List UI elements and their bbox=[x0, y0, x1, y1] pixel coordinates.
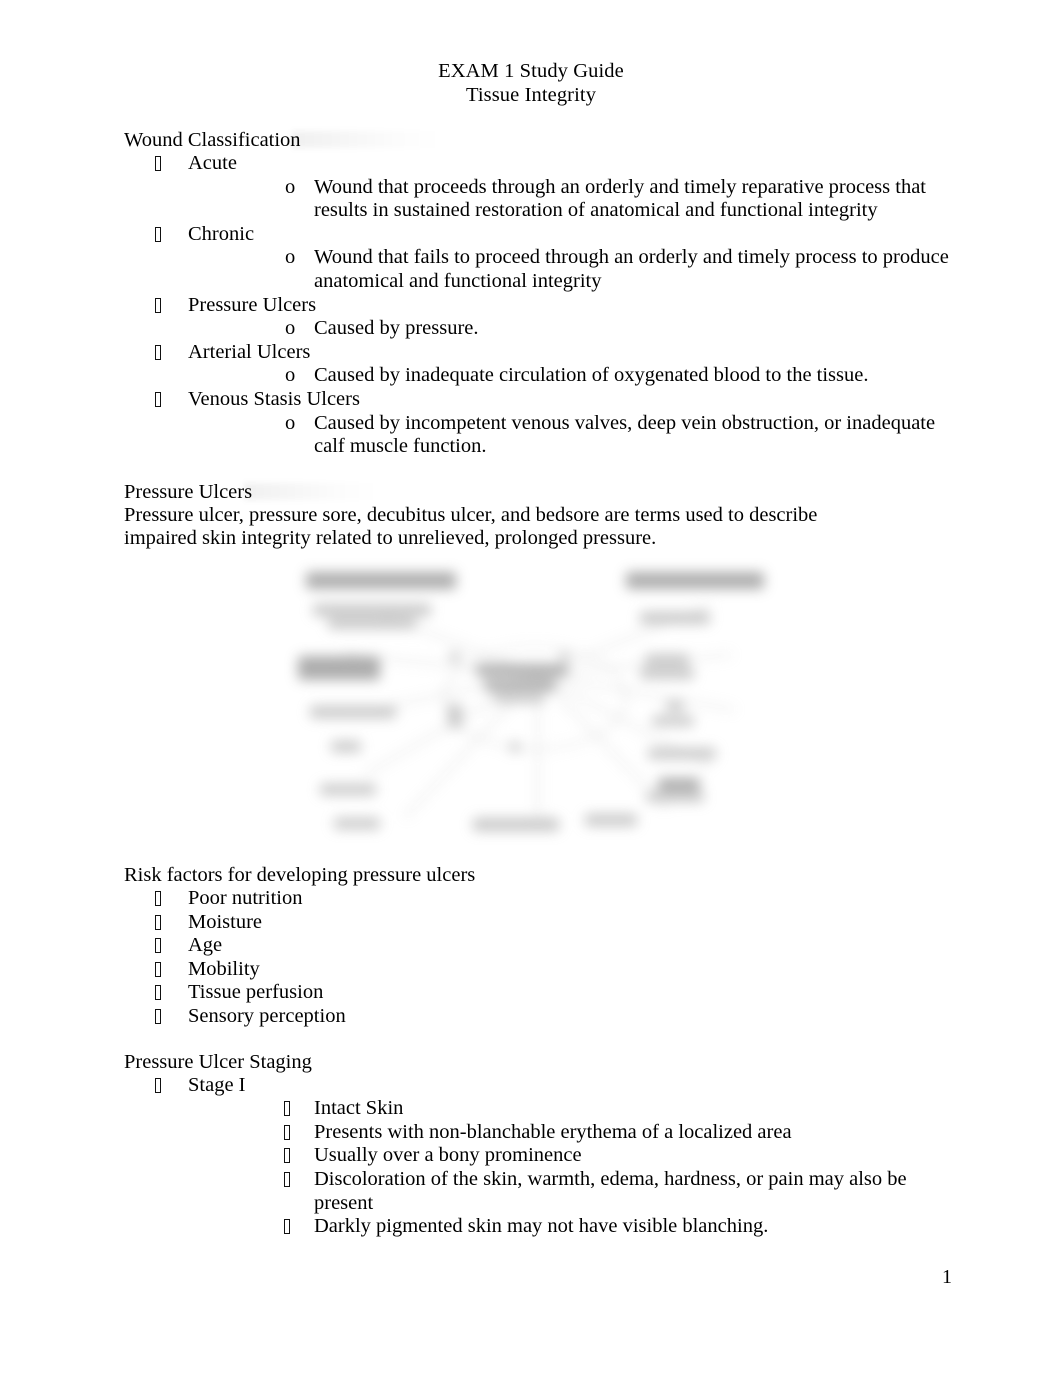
sublist: o Caused by pressure. bbox=[188, 317, 952, 341]
bullet-icon bbox=[284, 1144, 290, 1168]
sublist-item-text: Caused by incompetent venous valves, dee… bbox=[314, 411, 936, 458]
list-item: Stage I Intact Skin Presents with non-bl… bbox=[124, 1074, 952, 1239]
heading-wound-classification-text: Wound Classification bbox=[124, 129, 301, 151]
list-item-label: Mobility bbox=[188, 957, 260, 980]
bullet-icon bbox=[155, 887, 161, 911]
sub-marker-icon: o bbox=[285, 411, 296, 434]
list-item-label: Arterial Ulcers bbox=[188, 340, 311, 363]
heading-risk-factors-text: Risk factors for developing pressure ulc… bbox=[124, 864, 476, 886]
list-item-label: Moisture bbox=[188, 910, 263, 933]
list-risk-factors: Poor nutrition Moisture Age Mobility Tis… bbox=[124, 887, 952, 1029]
list-item: Sensory perception bbox=[124, 1005, 952, 1029]
list-item-label: Poor nutrition bbox=[188, 887, 303, 909]
list-wound-classification: Acute o Wound that proceeds through an o… bbox=[124, 152, 952, 459]
sub-marker-icon: o bbox=[285, 175, 296, 198]
bullet-icon bbox=[155, 1074, 161, 1098]
list-item: Moisture bbox=[124, 911, 952, 935]
stage-label-wrap: Stage I bbox=[188, 1074, 948, 1098]
list-item-label: Sensory perception bbox=[188, 1004, 346, 1027]
sublist-item-text: Darkly pigmented skin may not have visib… bbox=[314, 1215, 769, 1238]
bullet-icon bbox=[155, 294, 161, 318]
list-item: Pressure Ulcers o Caused by pressure. bbox=[124, 294, 952, 341]
bullet-icon bbox=[155, 152, 161, 176]
bullet-icon bbox=[155, 223, 161, 247]
list-item: Acute o Wound that proceeds through an o… bbox=[124, 152, 952, 223]
bullet-icon bbox=[155, 911, 161, 935]
sublist-item-text: Discoloration of the skin, warmth, edema… bbox=[314, 1167, 907, 1214]
sublist-item: Usually over a bony prominence bbox=[188, 1144, 952, 1168]
list-item-label: Acute bbox=[188, 152, 237, 174]
sub-marker-icon: o bbox=[285, 317, 296, 340]
sublist-item-text: Caused by inadequate circulation of oxyg… bbox=[314, 364, 869, 387]
list-item: Tissue perfusion bbox=[124, 981, 952, 1005]
bullet-icon bbox=[155, 934, 161, 958]
list-item: Arterial Ulcers o Caused by inadequate c… bbox=[124, 341, 952, 388]
title-line-exam: EXAM 1 Study Guide bbox=[438, 60, 624, 82]
sublist: o Caused by inadequate circulation of ox… bbox=[188, 364, 952, 388]
list-item: Chronic o Wound that fails to proceed th… bbox=[124, 223, 952, 294]
list-item: Age bbox=[124, 934, 952, 958]
heading-wound-classification: Wound Classification bbox=[124, 129, 952, 152]
heading-pressure-ulcers-text: Pressure Ulcers bbox=[124, 480, 253, 503]
document-body: Wound Classification Acute o Wound that … bbox=[124, 129, 952, 550]
sublist-item: o Caused by incompetent venous valves, d… bbox=[188, 412, 952, 459]
list-item: Poor nutrition bbox=[124, 887, 952, 911]
list-staging: Stage I Intact Skin Presents with non-bl… bbox=[124, 1074, 952, 1239]
bullet-icon bbox=[155, 981, 161, 1005]
bullet-icon bbox=[155, 341, 161, 365]
list-item-label: Tissue perfusion bbox=[188, 981, 324, 1004]
list-item-label: Age bbox=[188, 934, 223, 957]
sublist-item: o Caused by pressure. bbox=[188, 317, 952, 341]
sublist-item: Darkly pigmented skin may not have visib… bbox=[188, 1215, 952, 1239]
sublist-item: Presents with non-blanchable erythema of… bbox=[188, 1121, 952, 1145]
bullet-icon bbox=[284, 1097, 290, 1121]
document-title: EXAM 1 Study Guide Tissue Integrity bbox=[0, 0, 1062, 107]
sublist-item-text: Intact Skin bbox=[314, 1097, 404, 1120]
list-item-label: Venous Stasis Ulcers bbox=[188, 387, 360, 410]
bullet-icon bbox=[155, 958, 161, 982]
sublist-item-text: Wound that proceeds through an orderly a… bbox=[314, 175, 927, 222]
list-item-label: Pressure Ulcers bbox=[188, 293, 317, 316]
figure-blur-layer bbox=[288, 556, 788, 848]
sublist-item-text: Presents with non-blanchable erythema of… bbox=[314, 1120, 792, 1143]
sublist-stage-points: Intact Skin Presents with non-blanchable… bbox=[188, 1097, 952, 1239]
bullet-icon bbox=[284, 1215, 290, 1239]
bullet-icon bbox=[155, 1005, 161, 1029]
list-item-label: Chronic bbox=[188, 222, 255, 245]
sublist: o Wound that proceeds through an orderly… bbox=[188, 176, 952, 223]
sublist-item-text: Wound that fails to proceed through an o… bbox=[314, 246, 949, 292]
stage-label: Stage I bbox=[188, 1073, 246, 1096]
sublist-item: Intact Skin bbox=[188, 1097, 952, 1121]
sublist-item: o Caused by inadequate circulation of ox… bbox=[188, 364, 952, 388]
list-item: Mobility bbox=[124, 958, 952, 982]
bullet-icon bbox=[155, 388, 161, 412]
heading-risk-factors: Risk factors for developing pressure ulc… bbox=[124, 864, 952, 887]
title-line-topic: Tissue Integrity bbox=[465, 83, 597, 106]
sublist-item-text: Usually over a bony prominence bbox=[314, 1144, 582, 1167]
list-item: Venous Stasis Ulcers o Caused by incompe… bbox=[124, 388, 952, 459]
document-page: EXAM 1 Study Guide Tissue Integrity Woun… bbox=[0, 0, 1062, 1377]
bullet-icon bbox=[284, 1168, 290, 1192]
document-body-lower: Risk factors for developing pressure ulc… bbox=[124, 864, 952, 1239]
paragraph-pressure-ulcers: Pressure ulcer, pressure sore, decubitus… bbox=[124, 503, 818, 549]
sublist-item: o Wound that proceeds through an orderly… bbox=[188, 176, 952, 223]
redaction-smudge bbox=[244, 482, 379, 500]
sublist-item-text: Caused by pressure. bbox=[314, 317, 479, 340]
redaction-smudge bbox=[292, 131, 442, 148]
sublist: o Caused by incompetent venous valves, d… bbox=[188, 412, 952, 459]
heading-pressure-ulcer-staging: Pressure Ulcer Staging bbox=[124, 1051, 952, 1074]
sublist-item: o Wound that fails to proceed through an… bbox=[188, 246, 952, 293]
sublist-item: Discoloration of the skin, warmth, edema… bbox=[188, 1168, 952, 1215]
sub-marker-icon: o bbox=[285, 246, 296, 269]
page-number: 1 bbox=[942, 1266, 952, 1288]
heading-pressure-ulcers: Pressure Ulcers bbox=[124, 481, 952, 504]
sublist: o Wound that fails to proceed through an… bbox=[188, 246, 952, 293]
sub-marker-icon: o bbox=[285, 364, 296, 387]
bullet-icon bbox=[284, 1121, 290, 1145]
heading-pressure-ulcer-staging-text: Pressure Ulcer Staging bbox=[124, 1050, 312, 1073]
concept-map-figure bbox=[288, 556, 788, 848]
